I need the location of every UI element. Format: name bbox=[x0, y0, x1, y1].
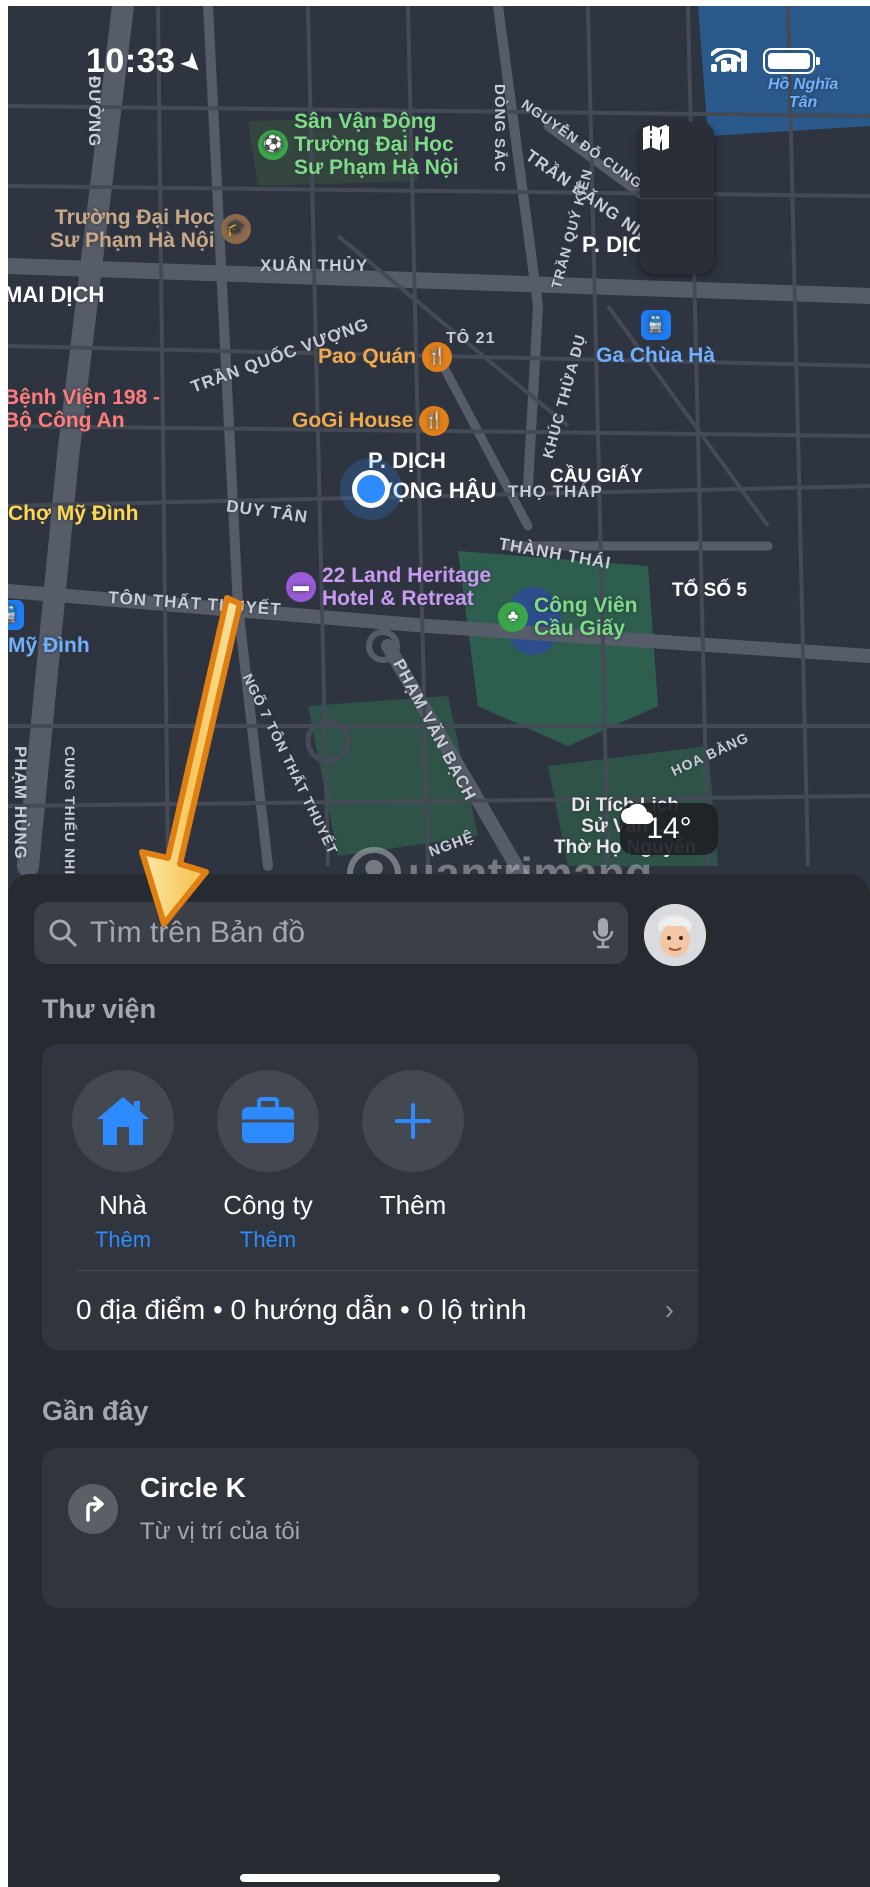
search-input[interactable] bbox=[90, 916, 580, 950]
avatar[interactable] bbox=[644, 904, 706, 966]
poi-label: Công Viên bbox=[534, 594, 638, 617]
favorite-work[interactable]: Công ty Thêm bbox=[213, 1070, 323, 1253]
road-label: CUNG THIẾU NHI bbox=[62, 746, 78, 876]
battery-icon bbox=[763, 48, 820, 74]
wifi-icon bbox=[711, 48, 745, 72]
poi-label: Tân bbox=[788, 93, 818, 111]
poi-label: Cầu Giấy bbox=[534, 617, 626, 641]
poi-hospital[interactable]: Bệnh Viện 198 - Bộ Công An bbox=[8, 386, 160, 432]
turn-right-icon bbox=[68, 1484, 118, 1534]
recent-title: Gần đây bbox=[42, 1396, 149, 1426]
microphone-icon[interactable] bbox=[592, 916, 614, 950]
poi-label: 22 Land Heritage bbox=[322, 564, 492, 587]
area-label: TỔ SỐ 5 bbox=[672, 580, 747, 601]
house-icon bbox=[97, 1097, 149, 1145]
recent-item-title: Circle K bbox=[140, 1472, 246, 1503]
road-label: PHẠM HÙNG bbox=[11, 746, 30, 860]
poi-station-my-dinh[interactable]: 🚆 Mỹ Đình bbox=[8, 600, 90, 657]
current-location-dot bbox=[352, 470, 390, 508]
favorite-home[interactable]: Nhà Thêm bbox=[68, 1070, 178, 1253]
area-label: P. DỊCH bbox=[368, 448, 446, 473]
road-label: DÒNG SẮC bbox=[491, 84, 508, 173]
briefcase-icon bbox=[242, 1097, 294, 1143]
memoji-icon bbox=[644, 904, 706, 966]
poi-label: Pao Quán bbox=[318, 345, 417, 369]
status-time: 10:33➤ bbox=[86, 42, 211, 82]
area-label: VỌNG HẬU bbox=[378, 478, 497, 503]
favorite-add[interactable]: Thêm bbox=[358, 1070, 468, 1221]
poi-label: Chợ Mỹ Đình bbox=[8, 502, 139, 525]
poi-hotel[interactable]: ▬ 22 Land Heritage Hotel & Retreat bbox=[286, 564, 491, 610]
poi-label: Ga Chùa Hà bbox=[596, 344, 716, 367]
home-button[interactable] bbox=[72, 1070, 174, 1172]
poi-gogi-house[interactable]: 🍴 GoGi House bbox=[292, 406, 450, 436]
road-label: TÔ 21 bbox=[446, 330, 496, 347]
weather-chip[interactable]: 14° bbox=[620, 803, 718, 855]
recent-item-subtitle: Từ vị trí của tôi bbox=[140, 1518, 301, 1545]
poi-label: Trường Đại Học bbox=[54, 206, 215, 229]
poi-label: Hồ Nghĩa bbox=[768, 76, 839, 93]
area-label: CẦU GIẤY bbox=[550, 466, 643, 487]
poi-pao-quan[interactable]: 🍴 Pao Quán bbox=[318, 342, 453, 372]
favorite-name: Thêm bbox=[379, 1190, 447, 1220]
poi-station-chua-ha[interactable]: 🚆 Ga Chùa Hà bbox=[596, 310, 715, 367]
poi-label: Bệnh Viện 198 - bbox=[8, 386, 161, 409]
work-button[interactable] bbox=[217, 1070, 319, 1172]
train-icon: 🚆 bbox=[8, 600, 24, 630]
graduation-cap-icon: 🎓 bbox=[220, 214, 251, 245]
restaurant-icon: 🍴 bbox=[419, 406, 450, 436]
poi-label: Hotel & Retreat bbox=[322, 587, 474, 611]
chevron-right-icon: › bbox=[664, 1294, 674, 1325]
road-label: XUÂN THỦY bbox=[260, 256, 369, 275]
library-summary-text: 0 địa điểm • 0 hướng dẫn • 0 lộ trình bbox=[76, 1294, 527, 1325]
cloud-icon bbox=[621, 803, 653, 824]
poi-label: GoGi House bbox=[292, 409, 414, 433]
status-icons bbox=[711, 48, 820, 74]
map-controls bbox=[640, 122, 714, 274]
library-summary-row[interactable]: 0 địa điểm • 0 hướng dẫn • 0 lộ trình › bbox=[76, 1270, 674, 1350]
home-indicator[interactable] bbox=[240, 1874, 500, 1882]
area-label: MAI DỊCH bbox=[8, 282, 105, 307]
poi-university[interactable]: 🎓 Trường Đại Học Sư Phạm Hà Nội bbox=[50, 206, 251, 252]
bottom-sheet: Thư viện Nhà Thêm bbox=[8, 874, 870, 1887]
favorite-name: Công ty bbox=[223, 1190, 313, 1220]
status-time-text: 10:33 bbox=[86, 42, 176, 80]
poi-label: Bộ Công An bbox=[8, 409, 125, 433]
poi-park[interactable]: ♣ Công Viên Cầu Giấy bbox=[498, 594, 637, 640]
search-bar[interactable] bbox=[34, 902, 628, 964]
favorite-name: Nhà bbox=[99, 1190, 147, 1220]
tree-icon: ♣ bbox=[498, 602, 528, 633]
poi-label: Sư Phạm Hà Nội bbox=[294, 156, 459, 180]
favorite-add-link[interactable]: Thêm bbox=[68, 1227, 178, 1253]
poi-label: Sân Vận Động bbox=[294, 110, 437, 133]
library-card: Nhà Thêm Công ty Thêm Thêm 0 địa điểm • … bbox=[42, 1044, 698, 1350]
plus-icon bbox=[395, 1103, 431, 1139]
poi-label: Sư Phạm Hà Nội bbox=[50, 229, 215, 253]
bed-icon: ▬ bbox=[286, 572, 316, 603]
search-icon bbox=[49, 919, 77, 947]
stadium-icon: ⚽ bbox=[258, 129, 288, 160]
restaurant-icon: 🍴 bbox=[422, 342, 453, 372]
road-label: ĐƯỜNG bbox=[85, 76, 104, 148]
favorite-add-link[interactable]: Thêm bbox=[213, 1227, 323, 1253]
poi-stadium[interactable]: ⚽ Sân Vận Động Trường Đại Học Sư Phạm Hà… bbox=[258, 110, 459, 179]
train-icon: 🚆 bbox=[640, 310, 671, 340]
add-favorite-button[interactable] bbox=[362, 1070, 464, 1172]
poi-label: Mỹ Đình bbox=[8, 634, 90, 657]
poi-label: Trường Đại Học bbox=[294, 133, 454, 157]
poi-market[interactable]: Chợ Mỹ Đình bbox=[8, 502, 138, 525]
phone-screen: ĐƯỜNG XUÂN THỦY TRẦN QUỐC VƯỢNG DUY TÂN … bbox=[8, 6, 870, 1887]
locate-me-button[interactable] bbox=[640, 124, 714, 274]
location-arrow-outline-icon bbox=[642, 124, 668, 150]
recent-item[interactable]: Circle K Từ vị trí của tôi bbox=[42, 1448, 698, 1608]
library-title: Thư viện bbox=[42, 994, 157, 1024]
poi-lake[interactable]: Hồ Nghĩa Tân bbox=[768, 76, 838, 111]
